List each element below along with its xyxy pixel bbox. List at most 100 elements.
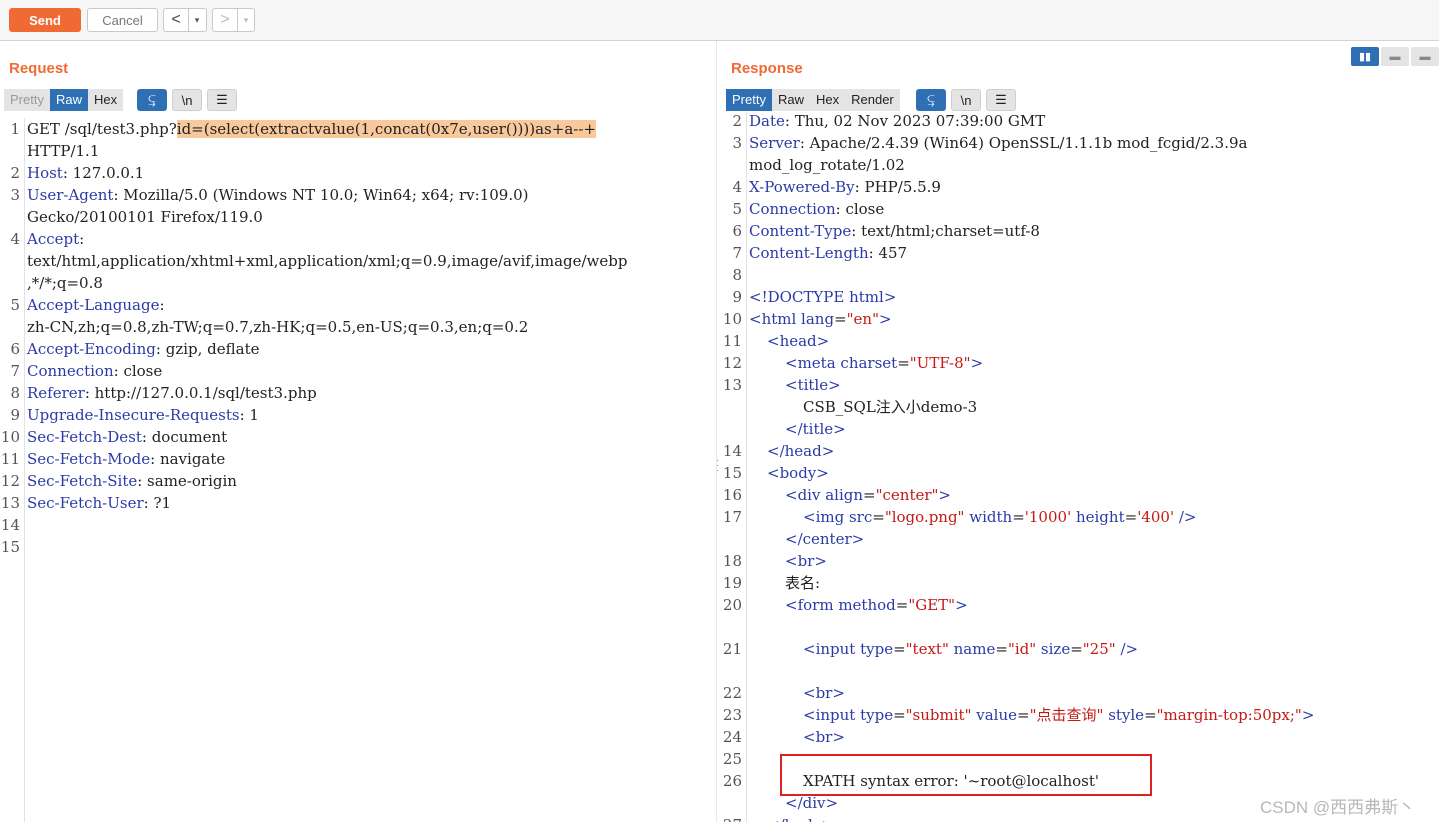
- send-button[interactable]: Send: [9, 8, 81, 32]
- code-line: mod_log_rotate/1.02: [749, 154, 905, 176]
- newline-icon[interactable]: \n: [172, 89, 202, 111]
- line-number: 13: [722, 376, 742, 394]
- chevron-down-icon[interactable]: ▾: [237, 9, 254, 31]
- line-number: 16: [722, 486, 742, 504]
- tab-pretty[interactable]: Pretty: [4, 89, 50, 111]
- cancel-button[interactable]: Cancel: [87, 8, 158, 32]
- code-line: <br>: [803, 682, 845, 704]
- chevron-right-icon[interactable]: >: [213, 9, 237, 31]
- menu-icon[interactable]: ☰: [986, 89, 1016, 111]
- tab-hex[interactable]: Hex: [87, 89, 124, 111]
- header-name: Sec-Fetch-Mode: [27, 450, 151, 468]
- code-line: Sec-Fetch-Mode: navigate: [27, 448, 225, 470]
- code-text: text/html,application/xhtml+xml,applicat…: [27, 252, 628, 270]
- line-number: 12: [722, 354, 742, 372]
- html-attr-name: type: [860, 640, 894, 658]
- code-line: Content-Length: 457: [749, 242, 907, 264]
- code-line: <!DOCTYPE html>: [749, 286, 896, 308]
- code-line: Sec-Fetch-Site: same-origin: [27, 470, 237, 492]
- menu-icon[interactable]: ☰: [207, 89, 237, 111]
- response-title: Response: [731, 60, 803, 77]
- newline-icon[interactable]: \n: [951, 89, 981, 111]
- drag-handle-icon[interactable]: · · ·: [716, 456, 720, 476]
- tab-render[interactable]: Render: [845, 89, 900, 111]
- header-value: :: [159, 296, 165, 314]
- header-value: : 127.0.0.1: [62, 164, 145, 182]
- line-number: 13: [0, 494, 20, 512]
- split-vertical-icon[interactable]: ▬: [1381, 47, 1409, 66]
- code-line: </head>: [767, 440, 834, 462]
- code-line: Accept:: [27, 228, 84, 250]
- split-horizontal-icon[interactable]: ▮▮: [1351, 47, 1379, 66]
- code-text: Gecko/20100101 Firefox/119.0: [27, 208, 263, 226]
- html-punct: =: [897, 354, 910, 372]
- tab-hex[interactable]: Hex: [809, 89, 846, 111]
- html-punct: =: [895, 596, 909, 614]
- html-tag: <img: [803, 508, 849, 526]
- code-line: 表名:: [785, 572, 820, 594]
- wrap-lines-icon[interactable]: ⥹: [916, 89, 946, 111]
- line-number: 3: [732, 134, 742, 152]
- line-number: 5: [10, 296, 20, 314]
- html-attr-value: "text": [905, 640, 949, 658]
- request-editor[interactable]: 1 2 3 4 5 6 7 8 9 10 11 12 13 14 15 GET /sql/test3.php…: [0, 118, 716, 822]
- response-code[interactable]: Date: Thu, 02 Nov 2023 07:39:00 GMT Serve…: [747, 112, 1439, 822]
- code-line: HTTP/1.1: [27, 140, 99, 162]
- pane-divider[interactable]: [716, 41, 717, 822]
- chevron-down-icon[interactable]: ▾: [188, 9, 205, 31]
- code-line: <br>: [785, 550, 827, 572]
- line-number: 5: [732, 200, 742, 218]
- html-tag: <input: [803, 640, 861, 658]
- line-number: 2: [10, 164, 20, 182]
- chevron-left-icon[interactable]: <: [164, 9, 188, 31]
- line-number: 9: [10, 406, 20, 424]
- html-punct: =: [995, 640, 1008, 658]
- code-line: Referer: http://127.0.0.1/sql/test3.php: [27, 382, 317, 404]
- html-tag: <title>: [785, 376, 841, 394]
- back-nav-group[interactable]: < ▾: [163, 8, 207, 32]
- line-number: 8: [10, 384, 20, 402]
- header-name: Accept: [27, 230, 80, 248]
- html-attr-name: type: [860, 706, 894, 724]
- request-gutter: 1 2 3 4 5 6 7 8 9 10 11 12 13 14 15: [0, 118, 25, 822]
- html-attr-name: height: [1075, 508, 1125, 526]
- html-attr-value: '1000': [1024, 508, 1072, 526]
- line-number: 23: [722, 706, 742, 724]
- code-line: Host: 127.0.0.1: [27, 162, 144, 184]
- request-code[interactable]: GET /sql/test3.php?id=(select(extractval…: [25, 118, 716, 822]
- line-number: 11: [722, 332, 742, 350]
- html-tag: <form: [785, 596, 839, 614]
- code-text: GET /sql/test3.php?: [27, 120, 177, 138]
- html-tag: >: [938, 486, 951, 504]
- annotation-box: [780, 754, 1152, 796]
- tab-raw[interactable]: Raw: [771, 89, 810, 111]
- tab-raw[interactable]: Raw: [49, 89, 88, 111]
- code-line: Date: Thu, 02 Nov 2023 07:39:00 GMT: [749, 112, 1045, 132]
- single-pane-icon[interactable]: ▬: [1411, 47, 1439, 66]
- code-line: Accept-Language:: [27, 294, 165, 316]
- html-tag: <input: [803, 706, 861, 724]
- line-number: 7: [10, 362, 20, 380]
- line-number: 6: [10, 340, 20, 358]
- tab-pretty[interactable]: Pretty: [726, 89, 772, 111]
- request-title: Request: [9, 60, 69, 77]
- header-value: : ?1: [143, 494, 172, 512]
- code-line: <input type="text" name="id" size="25" /…: [803, 638, 1138, 660]
- wrap-lines-icon[interactable]: ⥹: [137, 89, 167, 111]
- code-line: CSB_SQL注入小demo-3: [803, 396, 977, 418]
- html-tag: <html: [749, 310, 802, 328]
- html-tag: </center>: [785, 530, 865, 548]
- line-number: 12: [0, 472, 20, 490]
- header-name: Content-Length: [749, 244, 869, 262]
- line-number: 15: [0, 538, 20, 556]
- code-line: <meta charset="UTF-8">: [785, 352, 983, 374]
- forward-nav-group[interactable]: > ▾: [212, 8, 255, 32]
- html-attr-name: src: [848, 508, 873, 526]
- code-line: Connection: close: [27, 360, 162, 382]
- header-value: : close: [835, 200, 885, 218]
- code-line: Gecko/20100101 Firefox/119.0: [27, 206, 263, 228]
- code-line: <form method="GET">: [785, 594, 968, 616]
- html-attr-value: "en": [846, 310, 879, 328]
- header-value: : document: [141, 428, 228, 446]
- response-editor[interactable]: 2 3 4 5 6 7 8 9 10 11 12 13 14 15 16 17 18 19 20 21 22 23 24 25…: [722, 112, 1439, 822]
